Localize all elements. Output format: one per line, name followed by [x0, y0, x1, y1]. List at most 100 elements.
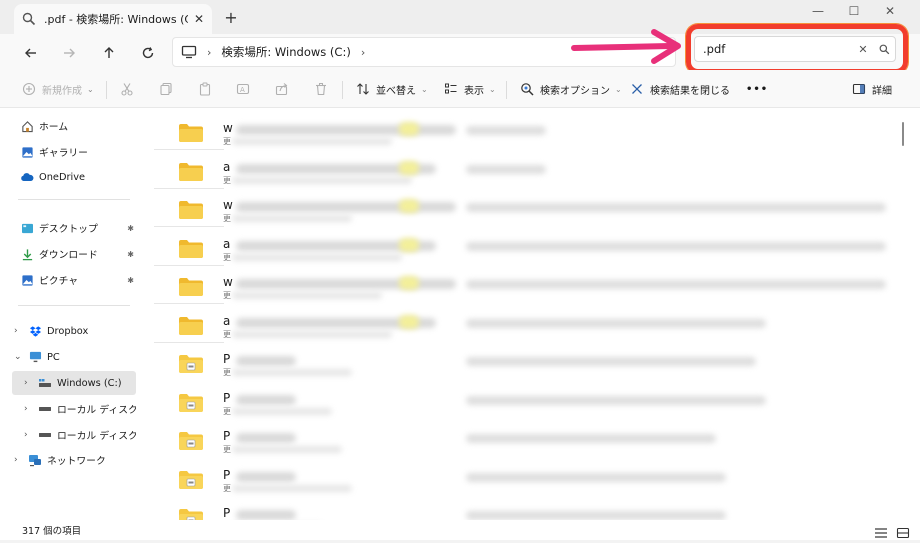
tab-close-icon[interactable]: ✕: [194, 12, 204, 26]
maximize-button[interactable]: ☐: [836, 0, 872, 22]
result-row[interactable]: P更: [154, 343, 904, 381]
result-row[interactable]: P更: [154, 459, 904, 497]
chevron-down-icon: ⌄: [489, 84, 496, 94]
sidebar-item-label: OneDrive: [39, 171, 86, 183]
tiles-view-button[interactable]: [896, 524, 910, 539]
cut-button[interactable]: [120, 79, 140, 99]
new-tab-button[interactable]: +: [220, 6, 242, 28]
clear-search-icon[interactable]: ✕: [853, 43, 873, 56]
result-name: a: [223, 159, 231, 174]
result-modified: 更: [223, 329, 231, 339]
blurred-path: [466, 203, 886, 212]
result-row[interactable]: a更: [154, 305, 904, 343]
search-icon: [22, 12, 36, 26]
result-row[interactable]: P更: [154, 382, 904, 420]
sidebar-item-gallery[interactable]: ギャラリー: [12, 140, 136, 164]
result-row[interactable]: a更: [154, 151, 904, 189]
blurred-details: [232, 176, 412, 184]
pin-icon[interactable]: ✱: [127, 250, 134, 259]
result-row[interactable]: P更: [154, 420, 904, 458]
sidebar-item-home[interactable]: ホーム: [12, 114, 136, 138]
copy-icon: [159, 82, 173, 96]
details-button-label: 詳細: [872, 85, 892, 97]
more-button[interactable]: •••: [746, 79, 768, 99]
blurred-details: [232, 215, 352, 222]
sidebar-item-windows-c[interactable]: › Windows (C:): [12, 371, 136, 395]
sidebar-item-onedrive[interactable]: OneDrive: [12, 165, 136, 189]
search-input[interactable]: [703, 42, 853, 56]
sidebar-item-downloads[interactable]: ダウンロード ✱: [12, 242, 136, 266]
breadcrumb-separator[interactable]: ›: [361, 46, 365, 59]
sort-button-label: 並べ替え: [376, 85, 416, 97]
paste-button[interactable]: [198, 79, 218, 99]
forward-button[interactable]: [56, 40, 82, 66]
result-modified: 更: [223, 214, 231, 223]
details-button[interactable]: 詳細: [852, 79, 892, 99]
sidebar-item-pictures[interactable]: ピクチャ ✱: [12, 268, 136, 292]
result-row[interactable]: w更: [154, 112, 904, 150]
chevron-right-icon[interactable]: ›: [14, 326, 28, 336]
pin-icon[interactable]: ✱: [127, 276, 134, 285]
chevron-right-icon[interactable]: ›: [24, 430, 38, 440]
result-row[interactable]: a更: [154, 228, 904, 266]
sidebar-item-local-d[interactable]: › ローカル ディスク (D:): [12, 397, 136, 421]
sidebar-item-local-e[interactable]: › ローカル ディスク (E:): [12, 423, 136, 447]
sort-button[interactable]: 並べ替え ⌄: [356, 79, 428, 99]
chevron-right-icon[interactable]: ›: [14, 455, 28, 465]
delete-button[interactable]: [314, 79, 334, 99]
result-name: a: [223, 313, 231, 328]
sidebar-item-label: ローカル ディスク (D:): [57, 405, 136, 416]
search-options-button[interactable]: 検索オプション ⌄: [520, 79, 622, 99]
folder-icon: [178, 239, 204, 259]
sidebar-item-label: ギャラリー: [39, 148, 88, 159]
result-name: P: [223, 467, 231, 482]
match-highlight: [399, 237, 419, 252]
back-button[interactable]: [18, 40, 44, 66]
trash-icon: [314, 82, 328, 96]
pin-icon[interactable]: ✱: [127, 224, 134, 233]
sidebar-item-desktop[interactable]: デスクトップ ✱: [12, 216, 136, 240]
chevron-down-icon[interactable]: ⌄: [14, 352, 28, 362]
sidebar-item-dropbox[interactable]: › Dropbox: [12, 319, 136, 343]
details-pane-icon: [852, 82, 866, 96]
sidebar-item-label: PC: [47, 351, 60, 363]
arrow-right-icon: [64, 48, 75, 58]
blurred-name: [236, 356, 296, 366]
close-search-label: 検索結果を閉じる: [650, 85, 730, 97]
close-window-button[interactable]: ✕: [872, 0, 908, 22]
rename-icon: A: [236, 82, 250, 96]
blurred-name: [236, 510, 296, 520]
search-box: ✕: [694, 36, 896, 62]
sidebar-item-pc[interactable]: ⌄ PC: [12, 345, 136, 369]
result-row[interactable]: w更: [154, 189, 904, 227]
view-button[interactable]: 表示 ⌄: [444, 79, 496, 99]
drive-icon: [38, 428, 52, 442]
breadcrumb-location[interactable]: 検索場所: Windows (C:): [221, 44, 350, 60]
blurred-path: [466, 280, 886, 289]
copy-button[interactable]: [159, 79, 179, 99]
folder-icon: [178, 393, 204, 413]
share-button[interactable]: [275, 79, 295, 99]
blurred-path: [466, 434, 716, 443]
blurred-path: [466, 357, 756, 366]
chevron-right-icon[interactable]: ›: [24, 404, 38, 414]
minimize-button[interactable]: —: [800, 0, 836, 22]
scrollbar-thumb[interactable]: [902, 122, 904, 146]
view-button-label: 表示: [464, 85, 484, 97]
chevron-right-icon[interactable]: ›: [24, 378, 38, 388]
rename-button[interactable]: A: [236, 79, 256, 99]
result-name: P: [223, 429, 231, 443]
sidebar-item-label: ピクチャ: [39, 276, 79, 287]
search-icon[interactable]: [873, 44, 895, 55]
tab-search-results[interactable]: .pdf - 検索場所: Windows (C:) ✕: [14, 4, 212, 34]
sidebar-item-network[interactable]: › ネットワーク: [12, 448, 136, 472]
close-search-button[interactable]: 検索結果を閉じる: [630, 79, 730, 99]
network-icon: [28, 453, 42, 467]
details-view-button[interactable]: [874, 524, 888, 538]
up-button[interactable]: [96, 40, 122, 66]
new-button[interactable]: 新規作成 ⌄: [22, 79, 94, 99]
result-modified: 更: [223, 483, 231, 493]
refresh-button[interactable]: [135, 40, 161, 66]
sidebar-divider: [18, 305, 130, 306]
result-row[interactable]: w更: [154, 266, 904, 304]
